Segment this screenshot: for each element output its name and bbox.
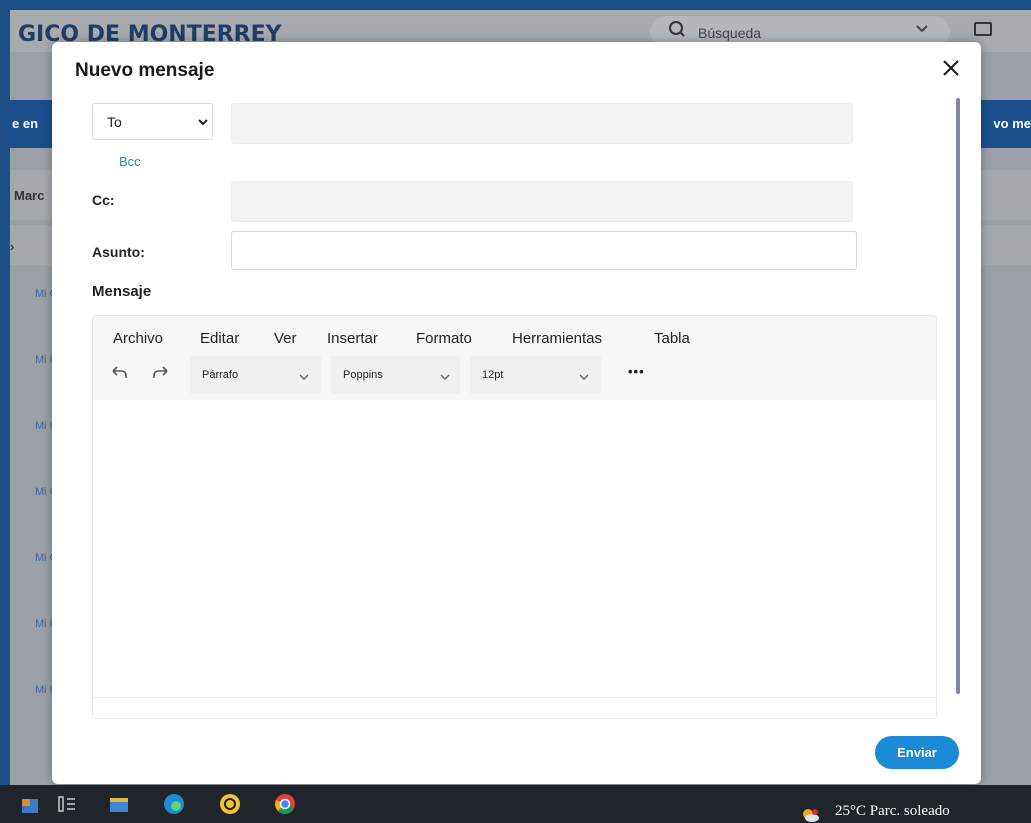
block-format-value: Párrafo	[202, 369, 239, 381]
mail-icon	[974, 22, 992, 36]
sync-app-icon[interactable]	[219, 793, 241, 815]
bg-row-label: Marc	[14, 188, 45, 203]
to-input[interactable]	[231, 103, 853, 144]
weather-icon[interactable]	[800, 808, 820, 822]
rich-text-editor: Archivo Editar Ver Insertar Formato Herr…	[92, 315, 937, 719]
weather-text: 25°C Parc. soleado	[835, 803, 950, 819]
chevron-down-icon	[916, 23, 928, 37]
cc-input[interactable]	[231, 181, 853, 222]
dialog-title: Nuevo mensaje	[75, 60, 215, 81]
chrome-icon[interactable]	[274, 793, 296, 815]
send-button[interactable]: Enviar	[875, 736, 959, 769]
recipient-type-select[interactable]: To	[92, 103, 213, 140]
recipient-type-value: To	[107, 114, 122, 130]
block-format-select[interactable]: Párrafo	[190, 356, 321, 394]
close-icon[interactable]	[941, 58, 961, 78]
menu-herramientas[interactable]: Herramientas	[512, 330, 602, 347]
bg-bar-left-text: e en	[12, 116, 39, 131]
menu-editar[interactable]: Editar	[200, 330, 239, 347]
menu-archivo[interactable]: Archivo	[113, 330, 163, 347]
subject-label: Asunto:	[92, 244, 145, 260]
font-size-select[interactable]: 12pt	[470, 356, 601, 394]
font-family-select[interactable]: Poppins	[331, 356, 460, 394]
file-explorer-icon[interactable]	[108, 793, 130, 815]
menu-insertar[interactable]: Insertar	[327, 330, 378, 347]
task-view-icon[interactable]	[56, 793, 78, 815]
compose-dialog: Nuevo mensaje To Bcc Cc: Asunto: Mensaje…	[52, 42, 981, 784]
redo-icon[interactable]	[151, 362, 171, 382]
chevron-down-icon	[299, 369, 309, 380]
font-family-value: Poppins	[343, 369, 383, 381]
menu-tabla[interactable]: Tabla	[654, 330, 690, 347]
bcc-link[interactable]: Bcc	[119, 154, 141, 169]
menu-formato[interactable]: Formato	[416, 330, 472, 347]
font-size-value: 12pt	[482, 369, 504, 381]
menu-ver[interactable]: Ver	[274, 330, 297, 347]
more-options-icon[interactable]: •••	[628, 364, 645, 379]
undo-icon[interactable]	[109, 362, 129, 382]
bg-bar-right-text: vo me	[993, 116, 1031, 131]
chevron-down-icon	[198, 115, 208, 127]
dialog-scrollbar[interactable]	[956, 98, 960, 694]
bg-search-placeholder: Búsqueda	[698, 25, 762, 41]
chevron-down-icon	[440, 369, 450, 380]
chevron-down-icon	[579, 369, 589, 380]
message-label: Mensaje	[92, 283, 152, 300]
subject-input[interactable]	[231, 231, 857, 270]
edge-browser-icon[interactable]	[163, 793, 185, 815]
editor-toolbar: Archivo Editar Ver Insertar Formato Herr…	[93, 316, 936, 400]
editor-statusbar	[93, 697, 936, 718]
cc-label: Cc:	[92, 192, 115, 208]
message-body-input[interactable]	[93, 400, 936, 697]
app-icon[interactable]	[20, 793, 42, 815]
bg-row-marker: ›	[10, 239, 15, 254]
